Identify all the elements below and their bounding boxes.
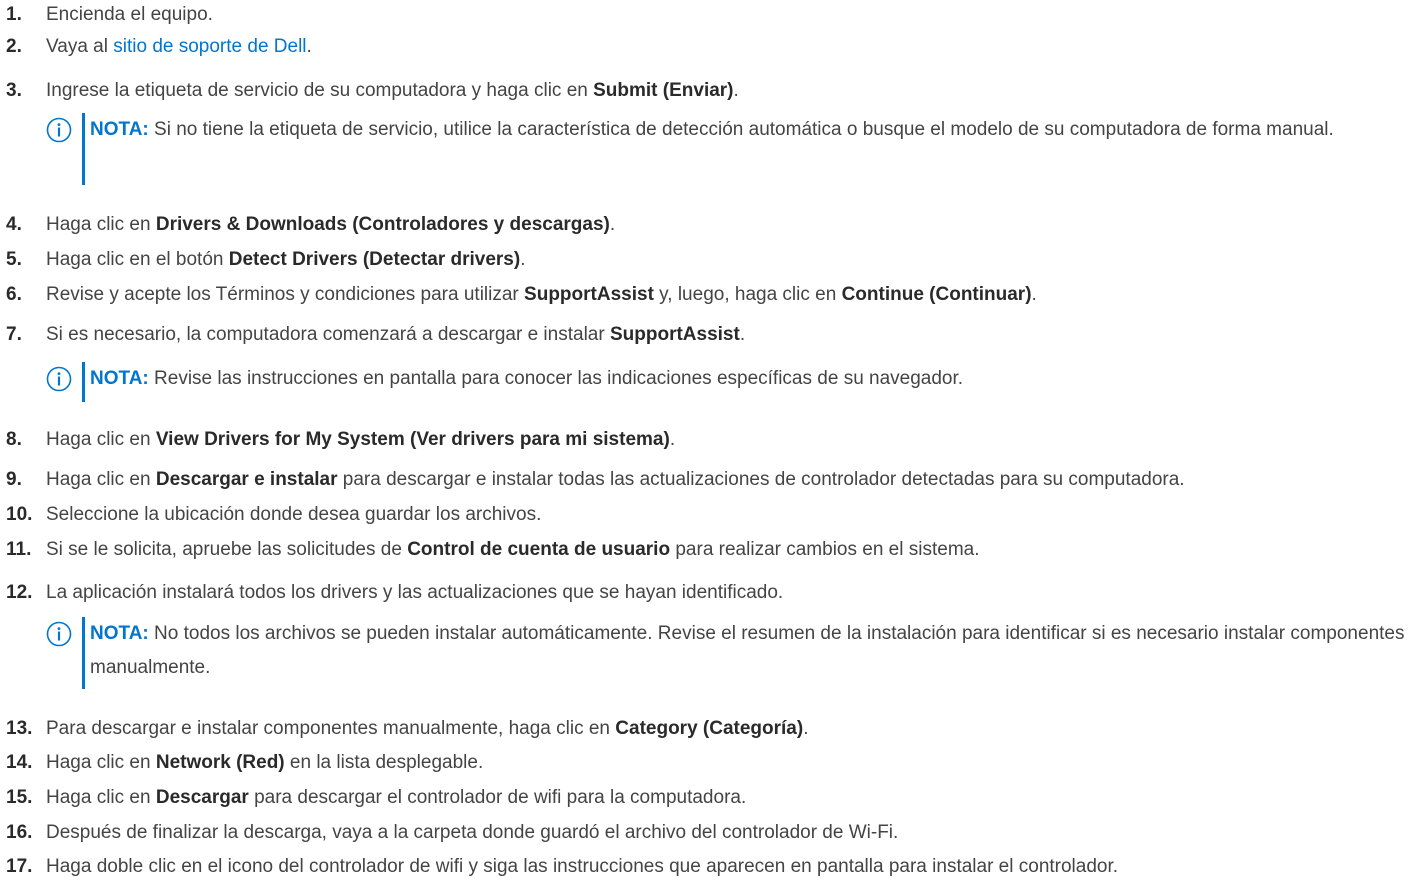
step-text: Haga clic en Network (Red) en la lista d…	[46, 748, 483, 778]
step-text-part: Vaya al	[46, 36, 114, 57]
step-text-part: Haga clic en	[46, 429, 156, 450]
note-divider	[82, 113, 85, 185]
step-text-part: Haga clic en	[46, 787, 156, 808]
step-bold-term: Control de cuenta de usuario	[407, 539, 671, 560]
step-number: 2.	[6, 36, 22, 57]
step-text: Vaya al sitio de soporte de Dell.	[46, 32, 312, 62]
step-text: La aplicación instalará todos los driver…	[46, 578, 783, 608]
note-text: NOTA: Revise las instrucciones en pantal…	[90, 362, 1406, 396]
step-number: 16.	[6, 822, 33, 843]
step-text: Después de finalizar la descarga, vaya a…	[46, 818, 898, 848]
step-text-part: Después de finalizar la descarga, vaya a…	[46, 822, 899, 843]
step-text-part: .	[803, 718, 809, 739]
step-number: 15.	[6, 787, 33, 808]
step-number: 4.	[6, 214, 22, 235]
step-text: Haga clic en Descargar para descargar el…	[46, 783, 746, 813]
step-bold-term: Continue (Continuar)	[841, 284, 1032, 305]
step-number: 13.	[6, 718, 33, 739]
step-text-part: y, luego, haga clic en	[653, 284, 842, 305]
step-text: Si se le solicita, apruebe las solicitud…	[46, 535, 980, 565]
step-number: 12.	[6, 582, 33, 603]
note-label: NOTA:	[90, 623, 149, 644]
step-text-part: .	[520, 249, 526, 270]
step-bold-term: Detect Drivers (Detectar drivers)	[228, 249, 521, 270]
note-text: NOTA: No todos los archivos se pueden in…	[90, 617, 1406, 685]
note-2: NOTA: Revise las instrucciones en pantal…	[46, 362, 1406, 402]
step-text-part: Para descargar e instalar componentes ma…	[46, 718, 616, 739]
step-text: Encienda el equipo.	[46, 0, 213, 30]
note-body: No todos los archivos se pueden instalar…	[90, 623, 1405, 678]
step-text-part: Revise y acepte los Términos y condicion…	[46, 284, 525, 305]
step-number: 3.	[6, 80, 22, 101]
step-bold-term: Descargar e instalar	[155, 469, 338, 490]
step-number: 6.	[6, 284, 22, 305]
step-text-part: Haga clic en el botón	[46, 249, 229, 270]
step-number: 1.	[6, 4, 22, 25]
step-text-part: .	[739, 324, 746, 345]
step-text-part: La aplicación instalará todos los driver…	[46, 582, 784, 603]
step-text-part: Haga clic en	[46, 752, 156, 773]
step-number: 9.	[6, 469, 22, 490]
step-text: Si es necesario, la computadora comenzar…	[46, 320, 745, 350]
step-bold-term: Descargar	[155, 787, 249, 808]
step-text-part: para descargar e instalar todas las actu…	[337, 469, 1185, 490]
step-text: Haga clic en Descargar e instalar para d…	[46, 465, 1185, 495]
step-text-part: Si se le solicita, apruebe las solicitud…	[46, 539, 408, 560]
note-1: NOTA: Si no tiene la etiqueta de servici…	[46, 113, 1406, 185]
step-text-part: Ingrese la etiqueta de servicio de su co…	[46, 80, 594, 101]
note-body: Si no tiene la etiqueta de servicio, uti…	[148, 119, 1334, 140]
note-3: NOTA: No todos los archivos se pueden in…	[46, 617, 1406, 689]
step-number: 14.	[6, 752, 33, 773]
note-divider	[82, 362, 85, 402]
info-circle-icon	[46, 621, 72, 647]
instruction-document: 1. Encienda el equipo. 2. Vaya al sitio …	[0, 0, 1411, 884]
step-text-part: .	[1031, 284, 1037, 305]
step-text: Haga clic en View Drivers for My System …	[46, 425, 675, 455]
step-text: Ingrese la etiqueta de servicio de su co…	[46, 76, 739, 106]
info-circle-icon	[46, 366, 72, 392]
step-text-part: .	[669, 429, 676, 450]
step-bold-term: Drivers & Downloads (Controladores y des…	[155, 214, 610, 235]
step-bold-term: SupportAssist	[524, 284, 654, 305]
step-text: Haga doble clic en el icono del controla…	[46, 852, 1118, 882]
step-text-part: Seleccione la ubicación donde desea guar…	[46, 504, 542, 525]
step-text-part: Haga clic en	[46, 469, 156, 490]
step-text-part: Encienda el equipo.	[46, 4, 213, 25]
step-text: Para descargar e instalar componentes ma…	[46, 714, 808, 744]
step-bold-term: Network (Red)	[155, 752, 285, 773]
step-text-part: Haga doble clic en el icono del controla…	[46, 856, 1119, 877]
step-number: 8.	[6, 429, 22, 450]
step-text-part: .	[306, 36, 312, 57]
step-number: 11.	[6, 539, 32, 560]
step-number: 17.	[6, 856, 33, 877]
note-divider	[82, 617, 85, 689]
step-number: 5.	[6, 249, 22, 270]
step-text-part: para realizar cambios en el sistema.	[670, 539, 980, 560]
step-text-part: .	[733, 80, 739, 101]
step-number: 10.	[6, 504, 33, 525]
step-text-part: para descargar el controlador de wifi pa…	[248, 787, 747, 808]
dell-support-link[interactable]: sitio de soporte de Dell	[113, 36, 306, 57]
info-circle-icon	[46, 117, 72, 143]
step-bold-term: View Drivers for My System (Ver drivers …	[155, 429, 670, 450]
step-text-part: Haga clic en	[46, 214, 156, 235]
note-label: NOTA:	[90, 368, 149, 389]
step-number: 7.	[6, 324, 22, 345]
step-text: Revise y acepte los Términos y condicion…	[46, 280, 1037, 310]
step-bold-term: SupportAssist	[609, 324, 740, 345]
step-text-part: .	[609, 214, 616, 235]
step-text-part: en la lista desplegable.	[284, 752, 484, 773]
note-body: Revise las instrucciones en pantalla par…	[148, 368, 964, 389]
note-label: NOTA:	[90, 119, 149, 140]
note-text: NOTA: Si no tiene la etiqueta de servici…	[90, 113, 1406, 147]
step-text: Haga clic en Drivers & Downloads (Contro…	[46, 210, 615, 240]
step-bold-term: Category (Categoría)	[615, 718, 804, 739]
step-text: Seleccione la ubicación donde desea guar…	[46, 500, 541, 530]
step-text-part: Si es necesario, la computadora comenzar…	[46, 324, 610, 345]
step-text: Haga clic en el botón Detect Drivers (De…	[46, 245, 525, 275]
step-bold-term: Submit (Enviar)	[593, 80, 734, 101]
